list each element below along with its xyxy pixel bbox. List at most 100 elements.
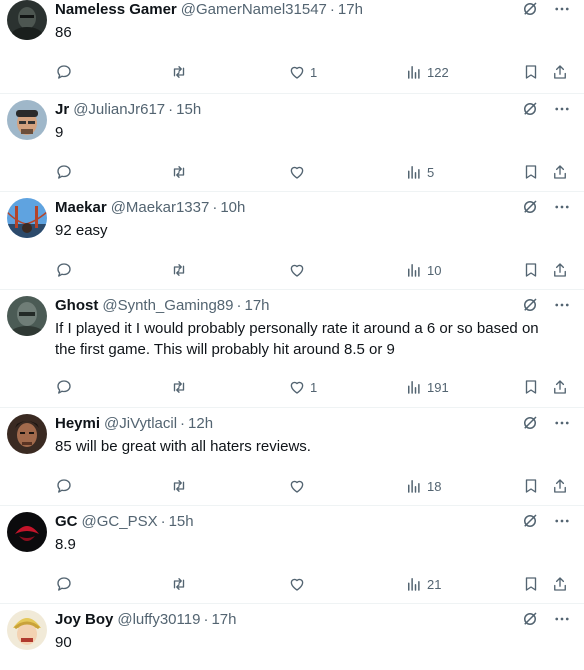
like-button[interactable]: [288, 468, 310, 504]
share-button[interactable]: [551, 252, 569, 288]
avatar[interactable]: [7, 0, 47, 40]
timestamp[interactable]: 17h: [244, 296, 269, 316]
views-button[interactable]: 10: [405, 252, 441, 288]
bookmark-button[interactable]: [522, 252, 540, 288]
avatar[interactable]: [7, 610, 47, 650]
retweet-button[interactable]: [170, 252, 188, 288]
like-button[interactable]: 1: [288, 369, 317, 405]
reply-item[interactable]: Jr @JulianJr617 · 15h 9 5: [0, 94, 584, 192]
views-button[interactable]: 122: [405, 54, 449, 90]
reply-item[interactable]: Heymi @JiVytlacil · 12h 85 will be great…: [0, 408, 584, 506]
grok-icon[interactable]: [521, 512, 539, 530]
grok-icon[interactable]: [521, 414, 539, 432]
author-handle[interactable]: @JulianJr617: [73, 100, 165, 120]
views-button[interactable]: 21: [405, 566, 441, 602]
views-icon: [408, 264, 420, 277]
bookmark-icon: [525, 479, 537, 493]
views-icon: [408, 381, 420, 394]
author-handle[interactable]: @luffy30119: [117, 610, 200, 630]
share-button[interactable]: [551, 369, 569, 405]
reply-button[interactable]: [55, 154, 73, 190]
more-icon[interactable]: [553, 610, 571, 628]
author-handle[interactable]: @GamerNamel31547: [181, 0, 327, 20]
like-button[interactable]: [288, 252, 310, 288]
timestamp[interactable]: 17h: [338, 0, 363, 20]
reply-button[interactable]: [55, 54, 73, 90]
author-name[interactable]: Jr: [55, 100, 69, 120]
share-button[interactable]: [551, 566, 569, 602]
timestamp[interactable]: 17h: [211, 610, 236, 630]
author-name[interactable]: GC: [55, 512, 78, 532]
avatar[interactable]: [7, 414, 47, 454]
avatar[interactable]: [7, 296, 47, 336]
grok-icon[interactable]: [521, 610, 539, 628]
bookmark-button[interactable]: [522, 468, 540, 504]
author-name[interactable]: Maekar: [55, 198, 107, 218]
reply-text: 90: [55, 634, 72, 651]
views-count: 122: [427, 64, 449, 80]
author-handle[interactable]: @GC_PSX: [82, 512, 158, 532]
like-button[interactable]: [288, 566, 310, 602]
author-name[interactable]: Joy Boy: [55, 610, 113, 630]
reply-button[interactable]: [55, 468, 73, 504]
more-icon[interactable]: [553, 296, 571, 314]
share-button[interactable]: [551, 154, 569, 190]
retweet-button[interactable]: [170, 566, 188, 602]
bookmark-icon: [525, 165, 537, 179]
author-handle[interactable]: @JiVytlacil: [104, 414, 177, 434]
share-button[interactable]: [551, 468, 569, 504]
more-icon[interactable]: [553, 414, 571, 432]
views-icon: [408, 166, 420, 179]
retweet-button[interactable]: [170, 468, 188, 504]
avatar[interactable]: [7, 198, 47, 238]
retweet-icon: [173, 66, 185, 78]
avatar[interactable]: [7, 100, 47, 140]
reply-item[interactable]: Nameless Gamer @GamerNamel31547 · 17h 86…: [0, 0, 584, 94]
grok-icon[interactable]: [521, 198, 539, 216]
bookmark-button[interactable]: [522, 154, 540, 190]
timestamp[interactable]: 10h: [220, 198, 245, 218]
retweet-icon: [173, 381, 185, 393]
author-name[interactable]: Heymi: [55, 414, 100, 434]
reply-text: 85 will be great with all haters reviews…: [55, 438, 311, 455]
grok-icon[interactable]: [521, 296, 539, 314]
more-icon[interactable]: [553, 100, 571, 118]
avatar[interactable]: [7, 512, 47, 552]
author-name[interactable]: Nameless Gamer: [55, 0, 177, 20]
author-name[interactable]: Ghost: [55, 296, 98, 316]
bookmark-button[interactable]: [522, 566, 540, 602]
like-button[interactable]: 1: [288, 54, 317, 90]
reply-item[interactable]: Ghost @Synth_Gaming89 · 17h If I played …: [0, 290, 584, 408]
views-button[interactable]: 191: [405, 369, 449, 405]
heart-icon: [290, 264, 304, 277]
reply-item[interactable]: GC @GC_PSX · 15h 8.9 21: [0, 506, 584, 604]
reply-button[interactable]: [55, 566, 73, 602]
grok-icon[interactable]: [521, 100, 539, 118]
more-icon[interactable]: [553, 0, 571, 18]
views-button[interactable]: 18: [405, 468, 441, 504]
timestamp[interactable]: 15h: [169, 512, 194, 532]
grok-icon[interactable]: [521, 0, 539, 18]
reply-button[interactable]: [55, 369, 73, 405]
timestamp[interactable]: 15h: [176, 100, 201, 120]
timestamp[interactable]: 12h: [188, 414, 213, 434]
bookmark-button[interactable]: [522, 369, 540, 405]
separator-dot: ·: [203, 611, 209, 628]
share-button[interactable]: [551, 54, 569, 90]
bookmark-icon: [525, 577, 537, 591]
author-handle[interactable]: @Synth_Gaming89: [102, 296, 233, 316]
reply-item[interactable]: Joy Boy @luffy30119 · 17h 90: [0, 604, 584, 670]
like-button[interactable]: [288, 154, 310, 190]
more-icon[interactable]: [553, 198, 571, 216]
author-handle[interactable]: @Maekar1337: [111, 198, 210, 218]
reply-item[interactable]: Maekar @Maekar1337 · 10h 92 easy 10: [0, 192, 584, 290]
retweet-button[interactable]: [170, 154, 188, 190]
bookmark-button[interactable]: [522, 54, 540, 90]
reply-text: 9: [55, 124, 64, 141]
views-button[interactable]: 5: [405, 154, 434, 190]
more-icon[interactable]: [553, 512, 571, 530]
retweet-button[interactable]: [170, 369, 188, 405]
reply-icon: [57, 577, 71, 591]
reply-button[interactable]: [55, 252, 73, 288]
retweet-button[interactable]: [170, 54, 188, 90]
